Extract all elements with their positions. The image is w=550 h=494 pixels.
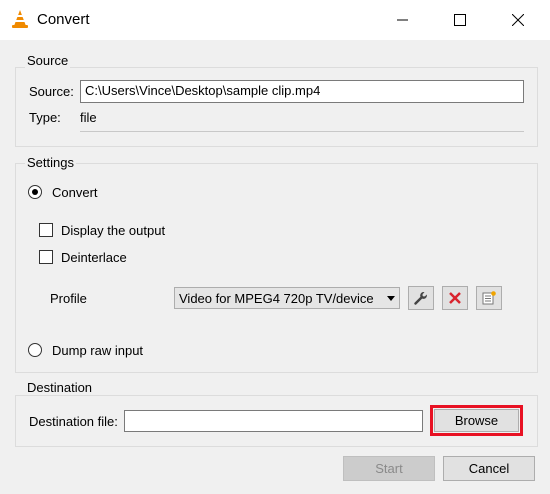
deinterlace-checkbox[interactable] xyxy=(39,250,53,264)
cancel-button[interactable]: Cancel xyxy=(443,456,535,481)
type-label: Type: xyxy=(29,110,61,125)
source-label: Source: xyxy=(29,84,74,99)
new-profile-list-icon xyxy=(482,291,496,305)
source-path-field[interactable]: C:\Users\Vince\Desktop\sample clip.mp4 xyxy=(80,80,524,103)
minimize-button[interactable] xyxy=(380,0,426,40)
dump-raw-label: Dump raw input xyxy=(52,343,144,358)
close-button[interactable] xyxy=(495,0,541,40)
profile-label: Profile xyxy=(50,291,87,306)
vlc-cone-icon xyxy=(12,10,28,28)
source-group-label: Source xyxy=(25,53,71,68)
convert-radio[interactable] xyxy=(28,185,42,199)
profile-select-value: Video for MPEG4 720p TV/device xyxy=(179,290,374,306)
wrench-icon xyxy=(414,292,427,305)
close-icon xyxy=(512,14,524,26)
profile-select[interactable]: Video for MPEG4 720p TV/device xyxy=(174,287,400,309)
window-title: Convert xyxy=(37,11,90,28)
settings-group-label: Settings xyxy=(25,155,76,170)
deinterlace-label: Deinterlace xyxy=(61,250,127,265)
destination-group-label: Destination xyxy=(25,380,95,395)
new-profile-button[interactable] xyxy=(476,286,502,310)
maximize-button[interactable] xyxy=(437,0,483,40)
delete-x-icon xyxy=(449,292,461,304)
chevron-down-icon xyxy=(387,295,395,301)
dump-raw-radio[interactable] xyxy=(28,343,42,357)
start-button[interactable]: Start xyxy=(343,456,435,481)
convert-label: Convert xyxy=(52,185,98,200)
minimize-icon xyxy=(397,19,408,21)
destination-file-label: Destination file: xyxy=(29,414,118,429)
type-value: file xyxy=(80,110,97,125)
source-group xyxy=(15,67,538,147)
source-divider xyxy=(80,131,524,132)
edit-profile-button[interactable] xyxy=(408,286,434,310)
display-output-checkbox[interactable] xyxy=(39,223,53,237)
browse-button[interactable]: Browse xyxy=(434,409,519,432)
display-output-label: Display the output xyxy=(61,223,166,238)
maximize-icon xyxy=(454,14,466,26)
delete-profile-button[interactable] xyxy=(442,286,468,310)
destination-file-input[interactable] xyxy=(124,410,423,432)
